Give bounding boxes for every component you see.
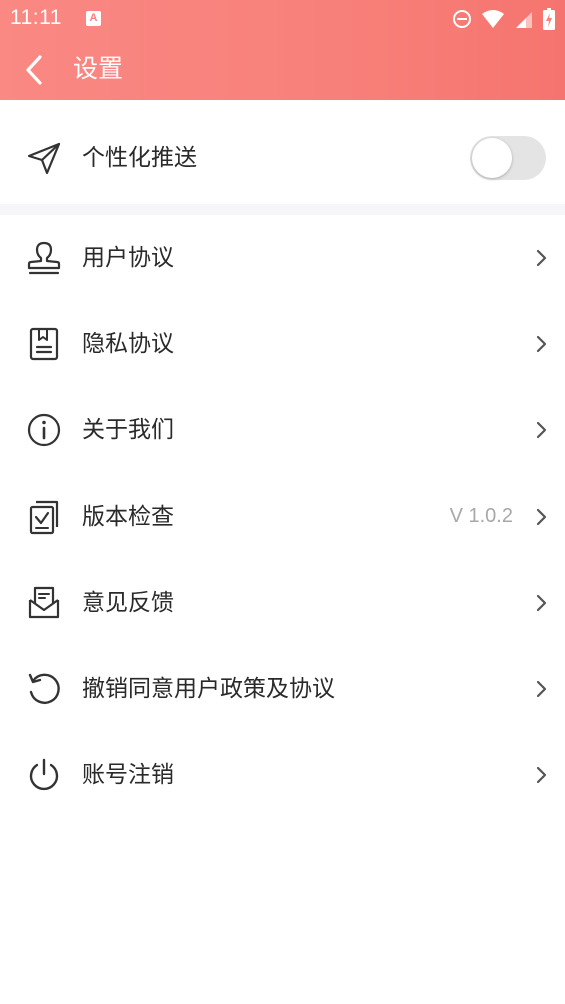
revoke-icon [26,671,62,707]
menu-item-label: 版本检查 [82,503,174,530]
chevron-right-icon [536,767,547,784]
push-setting-label: 个性化推送 [82,145,197,171]
status-bar: 11:11 A [0,0,565,38]
toggle-knob [472,138,512,178]
app-notification-icon: A [86,11,101,26]
section-divider [0,204,565,215]
battery-icon [543,8,555,30]
menu-item-version-check[interactable]: 版本检查 V 1.0.2 [0,474,565,560]
menu-item-label: 撤销同意用户政策及协议 [82,676,335,703]
settings-list: 用户协议 隐私协议 关于我们 版本检查 V 1.0.2 意见反馈 撤销同意用户政… [0,215,565,818]
page-title: 设置 [73,54,124,83]
menu-item-label: 关于我们 [82,417,174,444]
chevron-right-icon [536,508,547,525]
info-icon [26,412,62,448]
signal-icon [516,12,532,28]
feedback-mail-icon [26,585,62,621]
menu-item-feedback[interactable]: 意见反馈 [0,560,565,646]
back-arrow-icon [26,55,42,85]
chevron-right-icon [536,594,547,611]
chevron-right-icon [536,249,547,267]
do-not-disturb-icon [453,10,471,28]
menu-item-user-agreement[interactable]: 用户协议 [0,215,565,301]
version-check-icon [26,499,62,535]
wifi-icon [482,10,504,28]
status-time: 11:11 [10,6,62,29]
menu-item-label: 用户协议 [82,245,174,272]
chevron-right-icon [536,422,547,439]
power-icon [26,757,62,793]
back-button[interactable] [14,50,54,90]
menu-item-revoke-consent[interactable]: 撤销同意用户政策及协议 [0,646,565,732]
chevron-right-icon [536,680,547,698]
send-icon [26,140,62,176]
menu-item-privacy-agreement[interactable]: 隐私协议 [0,301,565,387]
menu-item-label: 账号注销 [82,762,174,789]
document-icon [26,326,62,362]
chevron-right-icon [536,336,547,353]
push-setting-row: 个性化推送 [0,114,565,202]
menu-item-label: 意见反馈 [82,589,174,616]
header-bar: 11:11 A 设置 [0,0,565,100]
menu-item-account-cancellation[interactable]: 账号注销 [0,732,565,818]
user-stamp-icon [26,240,62,276]
menu-item-label: 隐私协议 [82,331,174,358]
version-value: V 1.0.2 [449,505,513,528]
menu-item-about-us[interactable]: 关于我们 [0,387,565,473]
push-toggle[interactable] [470,136,546,180]
